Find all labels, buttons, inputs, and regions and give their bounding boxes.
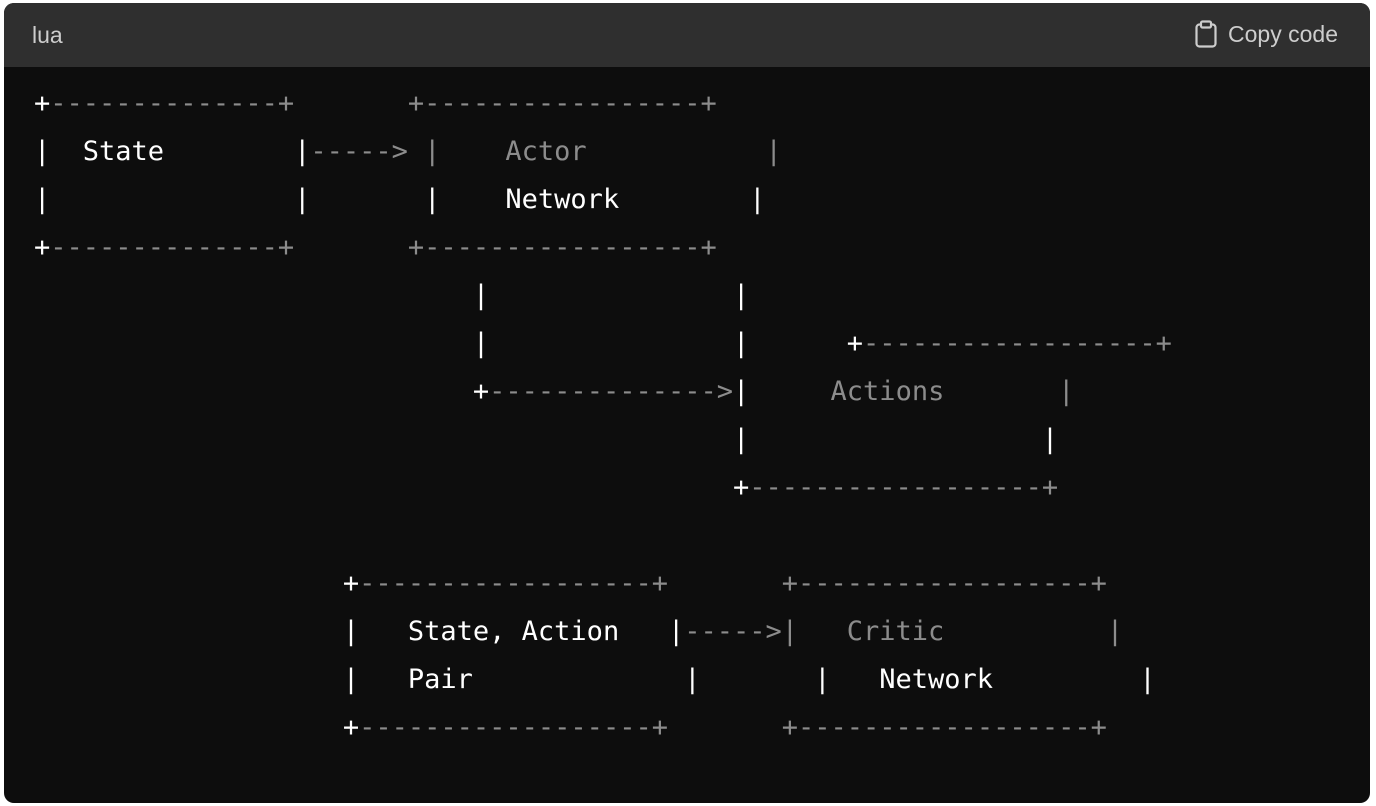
code-token: --------------> xyxy=(489,376,733,407)
code-line: +------------------+ xyxy=(34,464,1058,512)
code-token: -----> | Actor | xyxy=(310,136,782,167)
code-block-header: lua Copy code xyxy=(4,3,1370,67)
code-token: | | xyxy=(34,280,750,311)
code-line: +--------------+ +-----------------+ xyxy=(34,224,717,272)
code-token: ----->| Critic | xyxy=(684,616,1124,647)
code-block: lua Copy code +--------------+ +--------… xyxy=(4,3,1370,803)
code-content[interactable]: +--------------+ +-----------------+ | St… xyxy=(4,67,1370,803)
code-token: | State, Action | xyxy=(34,616,685,647)
code-line: +------------------+ +------------------… xyxy=(34,704,1107,752)
code-line: | Pair | | Network | xyxy=(34,656,1156,704)
code-token: + xyxy=(34,712,360,743)
code-token: + xyxy=(846,328,864,359)
code-line: | State, Action |----->| Critic | xyxy=(34,608,1123,656)
code-line: +-------------->| Actions | xyxy=(34,368,1074,416)
code-token: ------------------+ +------------------+ xyxy=(359,712,1107,743)
code-line: | | xyxy=(34,416,1058,464)
code-token: + xyxy=(34,568,360,599)
code-token: | xyxy=(733,376,750,407)
code-token: | | | Network | xyxy=(34,184,766,215)
language-label: lua xyxy=(32,22,63,48)
code-token: + xyxy=(34,232,51,263)
code-token: + xyxy=(34,376,490,407)
code-token: + xyxy=(34,88,51,119)
code-token: | State | xyxy=(34,136,311,167)
code-token: --------------+ +-----------------+ xyxy=(50,232,717,263)
code-line: | | +------------------+ xyxy=(34,320,1172,368)
code-line: | | | Network | xyxy=(34,176,766,224)
copy-code-button[interactable]: Copy code xyxy=(1194,20,1338,48)
copy-code-label: Copy code xyxy=(1228,20,1338,47)
code-line: | | xyxy=(34,272,749,320)
code-line: | State |-----> | Actor | xyxy=(34,128,782,176)
code-token: ------------------+ xyxy=(749,472,1059,503)
code-token: | Pair | | Network | xyxy=(34,664,1156,695)
code-token: ------------------+ +------------------+ xyxy=(359,568,1107,599)
clipboard-icon xyxy=(1194,20,1218,48)
code-token: + xyxy=(34,472,750,503)
code-token: ------------------+ xyxy=(863,328,1172,359)
code-token: Actions | xyxy=(749,376,1075,407)
code-line: +------------------+ +------------------… xyxy=(34,560,1107,608)
code-token: --------------+ +-----------------+ xyxy=(50,88,717,119)
code-line: +--------------+ +-----------------+ xyxy=(34,80,717,128)
code-token: | | xyxy=(34,328,847,359)
code-token: | | xyxy=(34,424,1059,455)
